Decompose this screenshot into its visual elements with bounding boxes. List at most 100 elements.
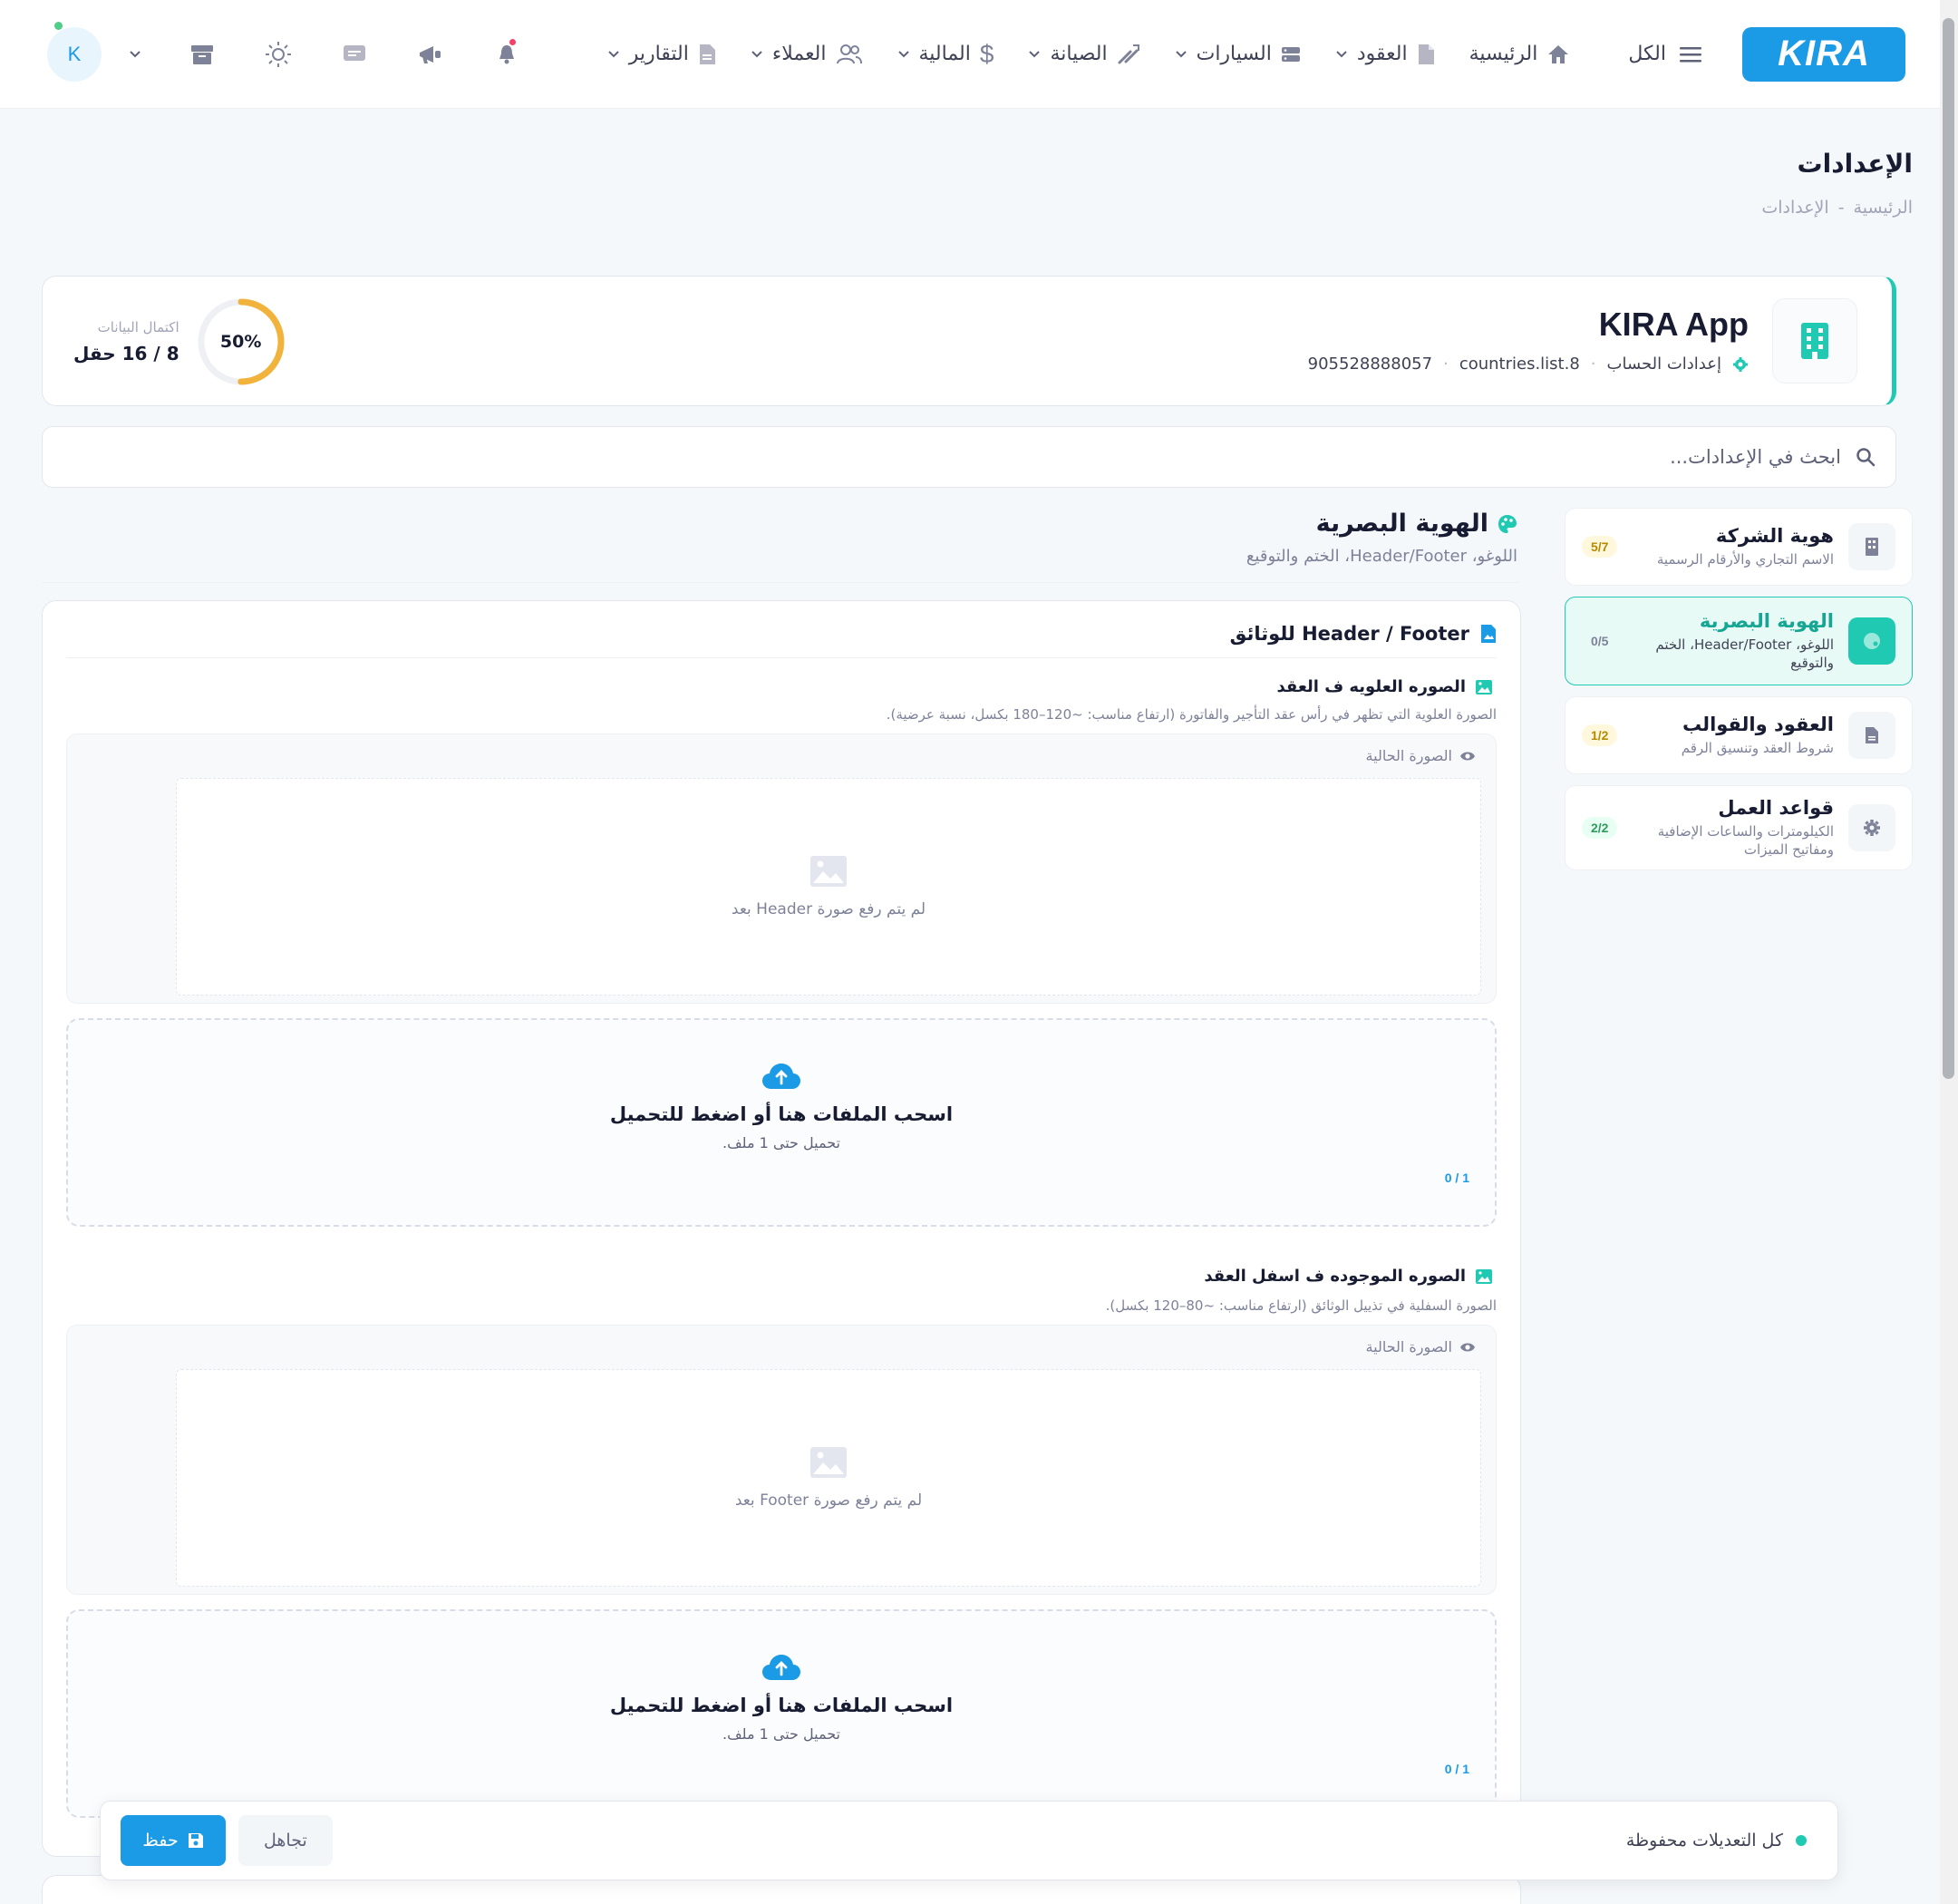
cloud-upload-icon [761,1062,802,1091]
card-title: Header / Footer للوثائق [1229,623,1469,645]
completion-text: اكتمال البيانات 8 / 16 حقل [73,319,179,364]
cloud-upload-icon [761,1653,802,1682]
breadcrumb: الرئيسية - الإعدادات [1761,198,1913,218]
nav-all-menu[interactable]: الكل [1628,43,1702,65]
gear-icon [1732,356,1749,373]
status-badge: 5/7 [1582,536,1618,558]
online-status-dot [54,21,63,30]
building-icon [1799,321,1830,361]
save-button[interactable]: حفظ [121,1815,226,1866]
sidebar-item-visual-identity[interactable]: الهوية البصرية اللوغو، Header/Footer، ال… [1565,597,1913,685]
image-placeholder: لم يتم رفع صورة Header بعد [176,778,1481,996]
nav-item-cars[interactable]: السيارات [1175,43,1301,65]
announcements-button[interactable] [415,39,446,70]
apps-button[interactable] [187,39,218,70]
completion-percent: 50% [219,332,262,352]
preview-head: الصورة الحالية [1366,1338,1476,1355]
nav-item-label: الصيانة [1050,43,1108,65]
meta-separator: · [1590,355,1596,374]
hamburger-icon [1679,44,1702,64]
sidebar-item-company-identity[interactable]: هوية الشركة الاسم التجاري والأرقام الرسم… [1565,508,1913,586]
dollar-icon: $ [979,39,994,68]
section-subtitle: اللوغو، Header/Footer، الختم والتوقيع [1246,547,1517,566]
messages-button[interactable] [339,39,370,70]
empty-header-text: لم يتم رفع صورة Header بعد [731,900,926,918]
header-image-label: الصوره العلويه ف العقد [1276,677,1467,696]
building-icon [1865,537,1879,557]
notifications-button[interactable] [491,38,522,70]
chevron-down-icon [751,50,763,59]
settings-search [42,426,1896,488]
sidebar-item-business-rules[interactable]: قواعد العمل الكيلومترات والساعات الإضافي… [1565,785,1913,870]
status-badge: 2/2 [1582,817,1618,839]
chevron-down-icon [1335,50,1348,59]
divider [66,657,1497,658]
completion-progress-ring: 50% [196,296,286,387]
dropzone-content: اسحب الملفات هنا أو اضغط للتحميل تحميل ح… [68,1653,1495,1743]
header-upload-dropzone[interactable]: اسحب الملفات هنا أو اضغط للتحميل تحميل ح… [66,1018,1497,1227]
nav-item-label: التقارير [628,43,689,65]
image-icon [1475,1268,1493,1285]
file-icon [1865,726,1879,744]
footer-image-label: الصوره الموجوده ف اسفل العقد [1204,1267,1466,1286]
nav-item-contracts[interactable]: العقود [1335,43,1435,65]
meta-separator: · [1443,355,1449,374]
theme-toggle-button[interactable] [263,39,294,70]
sidebar-item-sub: اللوغو، Header/Footer، الختم والتوقيع [1655,636,1834,671]
completion-fields: 8 / 16 حقل [73,343,179,364]
ignore-button[interactable]: تجاهل [238,1815,333,1866]
nav-item-home[interactable]: الرئيسية [1469,43,1571,65]
saved-status-dot [1796,1835,1807,1846]
user-menu[interactable]: K [47,21,141,82]
scrollbar-thumb[interactable] [1943,18,1954,1079]
header-image-hint: الصورة العلوية التي تظهر في رأس عقد التأ… [886,706,1497,723]
kira-logo-button[interactable]: KIRA [1742,26,1905,82]
nav-actions: K [47,21,522,82]
search-icon [1856,447,1876,467]
save-status: كل التعديلات محفوظة [1626,1831,1807,1851]
side-icon-wrap [1848,523,1895,570]
image-placeholder-icon [809,855,848,888]
section-header: الهوية البصرية اللوغو، Header/Footer، ال… [1246,510,1517,566]
sidebar-item-sub: الاسم التجاري والأرقام الرسمية [1656,550,1834,568]
image-placeholder: لم يتم رفع صورة Footer بعد [176,1369,1481,1587]
sidebar-item-title: الهوية البصرية [1699,609,1834,632]
account-settings-link[interactable]: إعدادات الحساب [1607,355,1721,374]
section-title-row: الهوية البصرية [1246,510,1517,538]
floppy-icon [188,1832,204,1849]
empty-footer-text: لم يتم رفع صورة Footer بعد [734,1491,923,1510]
company-meta: إعدادات الحساب · countries.list.8 · 9055… [1308,355,1749,374]
palette-icon [1498,514,1517,534]
footer-image-hint: الصورة السفلية في تذييل الوثائق (ارتفاع … [1105,1297,1497,1314]
dropzone-content: اسحب الملفات هنا أو اضغط للتحميل تحميل ح… [68,1062,1495,1151]
file-count: 0 / 1 [1444,1171,1469,1185]
current-image-label: الصورة الحالية [1365,1338,1452,1355]
nav-item-reports[interactable]: التقارير [607,43,716,65]
data-completion: 50% اكتمال البيانات 8 / 16 حقل [73,296,286,387]
sidebar-item-sub: شروط العقد وتنسيق الرقم [1681,739,1834,756]
breadcrumb-home[interactable]: الرئيسية [1854,198,1913,218]
completion-label: اكتمال البيانات [97,319,179,335]
footer-upload-dropzone[interactable]: اسحب الملفات هنا أو اضغط للتحميل تحميل ح… [66,1609,1497,1818]
preview-head: الصورة الحالية [1366,747,1476,764]
top-navbar: KIRA الكل الرئيسية العقود السيارات الصيا… [0,0,1940,109]
nav-item-customers[interactable]: العملاء [751,43,863,65]
dropzone-title: اسحب الملفات هنا أو اضغط للتحميل [609,1103,954,1125]
sun-icon [265,41,292,68]
users-icon [836,44,863,65]
bell-icon [497,44,517,65]
save-label: حفظ [142,1831,179,1851]
header-footer-card: Header / Footer للوثائق الصوره العلويه ف… [42,600,1521,1857]
side-text: الهوية البصرية اللوغو، Header/Footer، ال… [1632,610,1834,673]
chevron-down-icon [607,50,620,59]
sidebar-item-contracts-templates[interactable]: العقود والقوالب شروط العقد وتنسيق الرقم … [1565,696,1913,774]
eye-icon [1459,750,1476,763]
notification-dot [509,38,516,45]
home-icon [1546,44,1570,65]
avatar[interactable]: K [47,21,102,82]
search-input[interactable] [63,446,1841,468]
nav-item-finance[interactable]: $ المالية [897,40,994,69]
nav-item-maintenance[interactable]: الصيانة [1028,43,1139,65]
company-name: KIRA App [1598,306,1749,343]
status-badge: 1/2 [1582,724,1618,746]
